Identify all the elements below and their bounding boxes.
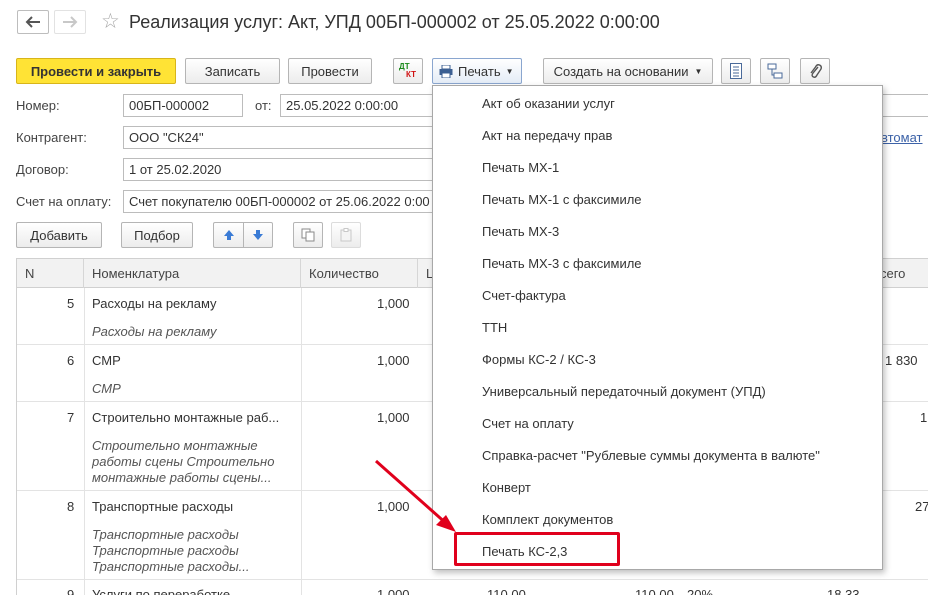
row-qty: 1,000 [377,410,410,425]
row-item-description-line: работы сцены Строительно [92,454,275,469]
row-item-name: СМР [92,353,121,368]
row-vat-sum: 18,33 [827,587,860,595]
col-item-header[interactable]: Номенклатура [84,259,301,288]
menu-item-upd[interactable]: Универсальный передаточный документ (УПД… [482,384,766,399]
attachment-button[interactable] [800,58,830,84]
row-qty: 1,000 [377,353,410,368]
number-label: Номер: [16,98,60,113]
paste-icon [340,228,352,242]
chevron-down-icon: ▼ [505,66,514,76]
structure-button[interactable] [760,58,790,84]
table-row[interactable]: 9 Услуги по переработке 1,000 110,00 110… [17,580,928,595]
row-item-description-line: Транспортные расходы [92,543,239,558]
row-item-description-line: Транспортные расходы [92,527,239,542]
paste-button[interactable] [331,222,361,248]
row-number: 5 [67,296,75,311]
menu-item-currency-reference[interactable]: Справка-расчет "Рублевые суммы документа… [482,448,820,463]
number-field[interactable]: 00БП-000002 [123,94,243,117]
row-item-description-line: Транспортные расходы... [92,559,250,574]
document-list-button[interactable] [721,58,751,84]
save-button[interactable]: Записать [185,58,280,84]
menu-item-ttn[interactable]: ТТН [482,320,507,335]
col-n-header[interactable]: N [17,259,84,288]
row-qty: 1,000 [377,587,410,595]
printer-icon [439,64,453,78]
post-and-close-button[interactable]: Провести и закрыть [16,58,176,84]
arrow-right-icon [63,16,78,28]
dt-kt-icon: ДТ КТ [398,62,418,80]
menu-item-invoice-factura[interactable]: Счет-фактура [482,288,566,303]
row-total: 1 [920,410,928,425]
copy-icon [301,228,315,242]
print-menu: Акт об оказании услуг Акт на передачу пр… [432,85,883,570]
row-item-name: Транспортные расходы [92,499,234,514]
select-button[interactable]: Подбор [121,222,193,248]
document-list-icon [730,63,742,79]
row-item-description: СМР [92,381,121,396]
structure-icon [767,63,783,79]
menu-item-envelope[interactable]: Конверт [482,480,531,495]
create-based-on-label: Создать на основании [553,63,689,79]
row-total: 27 [915,499,928,514]
menu-item-mx1[interactable]: Печать МХ-1 [482,160,559,175]
contract-label: Договор: [16,162,69,177]
page-title: Реализация услуг: Акт, УПД 00БП-000002 о… [129,12,660,32]
move-down-button[interactable] [243,222,273,248]
menu-item-document-set[interactable]: Комплект документов [482,512,613,527]
col-qty-header[interactable]: Количество [301,259,418,288]
menu-item-mx3[interactable]: Печать МХ-3 [482,224,559,239]
column-divider [84,288,85,595]
row-item-name: Строительно монтажные раб... [92,410,280,425]
date-field[interactable]: 25.05.2022 0:00:00 [280,94,440,117]
row-price: 110,00 [487,587,526,595]
row-number: 8 [67,499,75,514]
back-button[interactable] [17,10,49,34]
row-number: 6 [67,353,75,368]
annotation-arrow-icon [375,459,456,532]
row-vat-rate: 20% [687,587,714,595]
print-dropdown-button[interactable]: Печать ▼ [432,58,522,84]
menu-item-act-services[interactable]: Акт об оказании услуг [482,96,615,111]
print-button-label: Печать [458,63,501,79]
highlight-box [454,532,620,566]
contract-field[interactable]: 1 от 25.02.2020 [123,158,440,181]
arrow-down-icon [253,230,263,240]
move-up-button[interactable] [213,222,243,248]
menu-item-ks2-ks3[interactable]: Формы КС-2 / КС-3 [482,352,596,367]
invoice-label: Счет на оплату: [16,194,112,209]
copy-button[interactable] [293,222,323,248]
auto-link[interactable]: втомат [881,130,923,145]
counterparty-label: Контрагент: [16,130,87,145]
kt-label: КТ [406,70,416,79]
menu-item-mx3-facsimile[interactable]: Печать МХ-3 с факсимиле [482,256,642,271]
row-total: 1 830 [885,353,918,368]
paperclip-icon [810,64,822,78]
arrow-up-icon [223,230,234,240]
row-number: 7 [67,410,75,425]
post-button[interactable]: Провести [288,58,372,84]
chevron-down-icon: ▼ [694,66,703,76]
add-row-button[interactable]: Добавить [16,222,102,248]
row-qty: 1,000 [377,296,410,311]
dt-kt-button[interactable]: ДТ КТ [393,58,423,84]
create-based-on-button[interactable]: Создать на основании ▼ [543,58,713,84]
menu-item-mx1-facsimile[interactable]: Печать МХ-1 с факсимиле [482,192,642,207]
column-divider [301,288,302,595]
row-sum: 110,00 [635,587,674,595]
menu-item-act-rights[interactable]: Акт на передачу прав [482,128,612,143]
menu-item-payment-invoice[interactable]: Счет на оплату [482,416,574,431]
favorite-star-icon[interactable]: ☆ [101,10,120,34]
forward-button[interactable] [54,10,86,34]
counterparty-field[interactable]: ООО "СК24" [123,126,440,149]
row-item-description: Расходы на рекламу [92,324,217,339]
arrow-left-icon [25,16,40,28]
row-item-name: Расходы на рекламу [92,296,217,311]
row-number: 9 [67,587,75,595]
row-item-description-line: монтажные работы сцены... [92,470,272,485]
date-label: от: [255,98,272,113]
row-item-description-line: Строительно монтажные [92,438,258,453]
invoice-field[interactable]: Счет покупателю 00БП-000002 от 25.06.202… [123,190,440,213]
row-item-name: Услуги по переработке [92,587,231,595]
